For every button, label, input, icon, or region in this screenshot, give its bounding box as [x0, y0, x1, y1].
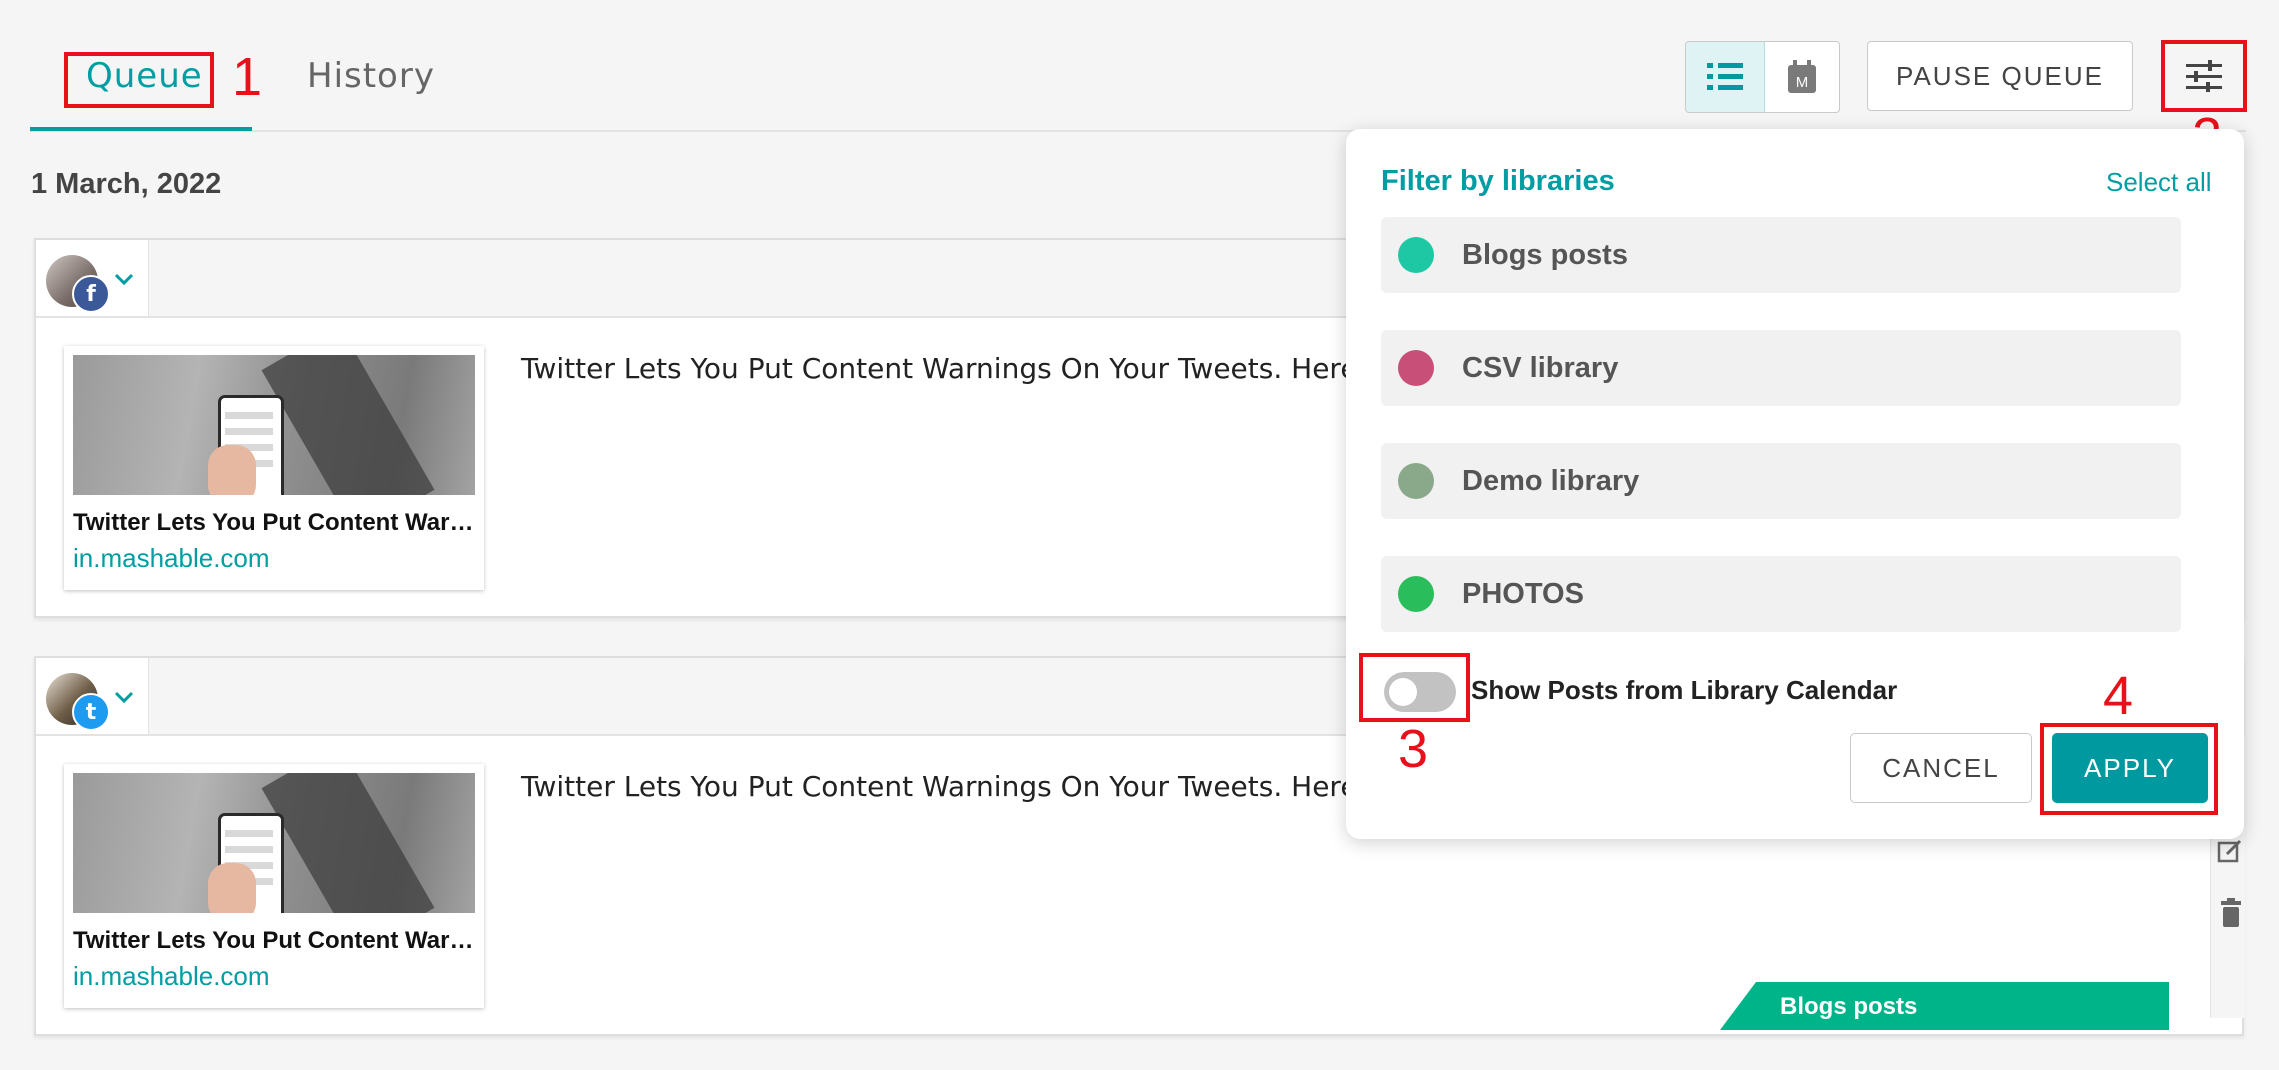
library-name: CSV library: [1462, 352, 1619, 384]
annotation-number-3: 3: [1398, 719, 1429, 779]
annotation-box-1: [64, 52, 214, 108]
link-title: Twitter Lets You Put Content Warnings On…: [73, 927, 475, 954]
library-color-dot: [1398, 237, 1434, 273]
library-name: PHOTOS: [1462, 578, 1584, 610]
library-color-dot: [1398, 576, 1434, 612]
tab-history[interactable]: History: [307, 56, 435, 96]
library-tag: Blogs posts: [1720, 982, 2169, 1030]
library-item[interactable]: CSV library: [1381, 330, 2181, 406]
annotation-box-3: [1359, 653, 1470, 722]
annotation-number-4: 4: [2103, 666, 2134, 726]
delete-icon[interactable]: [2219, 898, 2243, 928]
library-item[interactable]: Demo library: [1381, 443, 2181, 519]
library-list: Blogs posts CSV library Demo library PHO…: [1381, 217, 2181, 751]
link-domain[interactable]: in.mashable.com: [73, 961, 270, 992]
post-text: Twitter Lets You Put Content Warnings On…: [521, 770, 1380, 803]
account-selector[interactable]: t: [36, 658, 149, 734]
link-preview-card[interactable]: Twitter Lets You Put Content Warnings On…: [64, 346, 484, 590]
annotation-box-2: [2161, 40, 2247, 112]
list-view-button[interactable]: [1686, 42, 1765, 112]
list-icon: [1707, 63, 1743, 90]
library-color-dot: [1398, 463, 1434, 499]
account-selector[interactable]: f: [36, 240, 149, 316]
calendar-view-button[interactable]: M: [1764, 42, 1839, 112]
chevron-down-icon[interactable]: [114, 272, 134, 286]
link-preview-card[interactable]: Twitter Lets You Put Content Warnings On…: [64, 764, 484, 1008]
calendar-month-letter: M: [1795, 74, 1808, 91]
annotation-number-1: 1: [232, 47, 263, 107]
annotation-box-4: [2040, 723, 2218, 815]
library-calendar-toggle-label: Show Posts from Library Calendar: [1471, 675, 1898, 705]
library-name: Demo library: [1462, 465, 1640, 497]
library-tag-label: Blogs posts: [1780, 993, 1918, 1020]
chevron-down-icon[interactable]: [114, 690, 134, 704]
link-title: Twitter Lets You Put Content Warnings On…: [73, 509, 475, 536]
library-item[interactable]: Blogs posts: [1381, 217, 2181, 293]
link-thumbnail: [73, 773, 475, 913]
active-tab-indicator: [30, 127, 252, 131]
calendar-month-icon: M: [1787, 60, 1816, 93]
facebook-icon: f: [72, 275, 110, 313]
view-toggle-group: M: [1685, 41, 1840, 113]
post-text: Twitter Lets You Put Content Warnings On…: [521, 352, 1380, 385]
library-name: Blogs posts: [1462, 239, 1628, 271]
link-domain[interactable]: in.mashable.com: [73, 543, 270, 574]
filter-title: Filter by libraries: [1381, 165, 1615, 197]
select-all-link[interactable]: Select all: [2106, 167, 2212, 198]
library-item[interactable]: PHOTOS: [1381, 556, 2181, 632]
link-thumbnail: [73, 355, 475, 495]
twitter-icon: t: [72, 693, 110, 731]
cancel-button[interactable]: CANCEL: [1850, 733, 2032, 803]
date-header: 1 March, 2022: [31, 168, 222, 200]
library-color-dot: [1398, 350, 1434, 386]
edit-icon[interactable]: [2217, 838, 2243, 864]
pause-queue-button[interactable]: PAUSE QUEUE: [1867, 41, 2133, 111]
